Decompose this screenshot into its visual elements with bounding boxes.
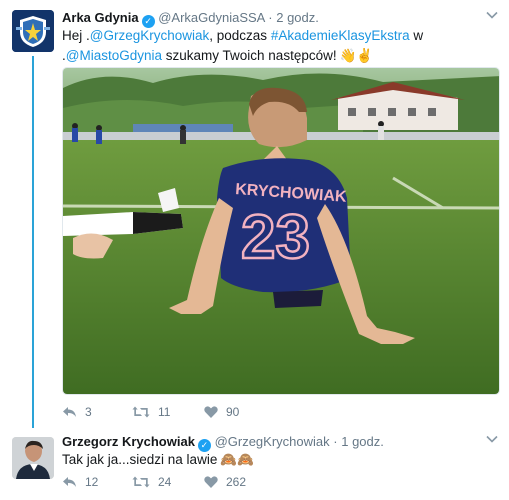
heart-icon: [204, 406, 218, 418]
retweet-icon: [132, 476, 150, 488]
like-count: 262: [226, 475, 247, 489]
wave-peace-emoji-icon: 👋✌: [339, 48, 374, 63]
photo-boy-on-pitch: KRYCHOWIAK 23: [63, 68, 499, 394]
text-segment: Hej .: [62, 28, 90, 43]
author-name[interactable]: Grzegorz Krychowiak: [62, 434, 195, 449]
heart-icon: [204, 476, 218, 488]
tweet-photo[interactable]: KRYCHOWIAK 23: [62, 67, 500, 395]
author-name[interactable]: Arka Gdynia: [62, 10, 139, 25]
mention-link[interactable]: @GrzegKrychowiak: [90, 28, 210, 43]
reply-button[interactable]: 12: [62, 475, 98, 489]
reply-count: 3: [85, 405, 92, 419]
see-no-evil-monkey-icon: 🙈🙈: [220, 452, 254, 467]
shirt-number-text: 23: [241, 203, 310, 272]
retweet-icon: [132, 406, 150, 418]
tweet-text: Hej .@GrzegKrychowiak, podczas #Akademie…: [62, 26, 492, 66]
reply-icon: [63, 407, 76, 417]
retweet-count: 11: [158, 405, 171, 419]
tweet-arka-gdynia[interactable]: Arka Gdynia ✓ @ArkaGdyniaSSA · 2 godz. He…: [0, 0, 509, 430]
reply-icon: [63, 477, 76, 487]
timestamp[interactable]: 1 godz.: [341, 434, 384, 449]
like-count: 90: [226, 405, 240, 419]
thread-line: [32, 56, 34, 428]
author-handle[interactable]: @ArkaGdyniaSSA: [158, 10, 264, 25]
mention-link[interactable]: @MiastoGdynia: [66, 48, 162, 63]
avatar[interactable]: [12, 437, 54, 479]
author-handle[interactable]: @GrzegKrychowiak: [215, 434, 330, 449]
avatar[interactable]: [12, 10, 54, 52]
chevron-down-icon[interactable]: [485, 8, 499, 22]
retweet-button[interactable]: 24: [132, 475, 171, 489]
retweet-button[interactable]: 11: [132, 405, 170, 419]
text-body: Tak jak ja...siedzi na lawie: [62, 452, 218, 467]
like-button[interactable]: 262: [204, 475, 246, 489]
tweet-text: Tak jak ja...siedzi na lawie 🙈🙈: [62, 450, 492, 470]
text-segment: szukamy Twoich następców!: [162, 48, 337, 63]
chevron-down-icon[interactable]: [485, 432, 499, 446]
text-segment: , podczas: [209, 28, 271, 43]
tweet-reply-krychowiak[interactable]: Grzegorz Krychowiak ✓ @GrzegKrychowiak · …: [0, 430, 509, 500]
timestamp[interactable]: 2 godz.: [276, 10, 319, 25]
retweet-count: 24: [158, 475, 172, 489]
like-button[interactable]: 90: [204, 405, 239, 419]
separator-dot: ·: [268, 10, 273, 25]
reply-count: 12: [85, 475, 99, 489]
separator-dot: ·: [333, 434, 338, 449]
hashtag-link[interactable]: #AkademieKlasyEkstra: [271, 28, 410, 43]
reply-button[interactable]: 3: [62, 405, 92, 419]
